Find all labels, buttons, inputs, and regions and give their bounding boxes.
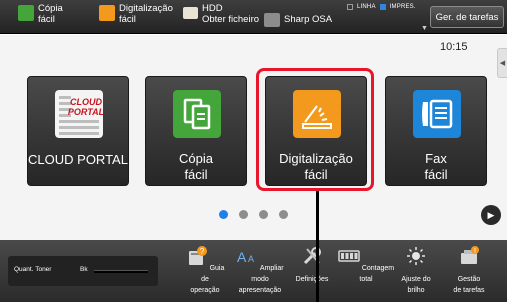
copy-icon (173, 90, 221, 138)
brightness-button[interactable]: Ajuste do brilho (396, 245, 436, 296)
enlarge-text-icon: A A (237, 249, 254, 265)
operation-guide-button[interactable]: ? Guia de operação (182, 245, 228, 296)
shortcut-label: Cópia fácil (38, 3, 63, 25)
clock: 10:15 (440, 41, 468, 53)
toner-level-bar (94, 270, 148, 273)
osa-icon (264, 13, 280, 27)
shortcut-label: Sharp OSA (284, 13, 333, 25)
svg-text:A: A (237, 249, 247, 265)
page-dot-1[interactable] (219, 210, 228, 219)
shortcut-label: HDD Obter ficheiro (202, 3, 260, 25)
toner-indicator: Quant. Toner Bk (8, 256, 158, 286)
job-status-button[interactable]: Ger. de tarefas (430, 6, 504, 28)
guide-book-icon: ? (188, 246, 207, 265)
counter-icon (338, 250, 360, 262)
svg-text:A: A (248, 254, 254, 264)
side-panel-tab[interactable]: ◀ (497, 48, 507, 78)
job-management-icon: ! (461, 246, 479, 264)
home-screen: 10:15 ◀ CLOUD PORTAL CLOUD PORTAL Cópia f… (0, 35, 507, 240)
toner-label: Quant. Toner (14, 266, 52, 273)
shortcut-sharp-osa[interactable]: Sharp OSA (264, 11, 332, 27)
cloud-portal-logo-line2: PORTAL (68, 107, 103, 117)
play-icon: ▶ (487, 209, 495, 220)
enlarge-display-button[interactable]: A A Ampliar modo apresentação (232, 245, 288, 296)
brightness-icon (407, 247, 425, 265)
tile-copia-facil[interactable]: Cópia fácil (145, 76, 247, 186)
fax-icon (413, 90, 461, 138)
tile-label: CLOUD PORTAL (28, 152, 128, 167)
status-impres-label: IMPRES. (389, 4, 416, 10)
cloud-portal-icon: CLOUD PORTAL (55, 90, 103, 138)
total-count-button[interactable]: Contagem total (336, 245, 396, 285)
print-status-icon (379, 4, 386, 10)
page-dot-4[interactable] (279, 210, 288, 219)
shortcut-hdd-obter-ficheiro[interactable]: HDD Obter ficheiro (183, 3, 259, 25)
page-indicator (219, 210, 288, 219)
folder-icon (183, 7, 198, 19)
next-page-button[interactable]: ▶ (481, 205, 501, 225)
tile-label: Cópia fácil (179, 151, 213, 182)
svg-text:!: ! (474, 248, 476, 255)
highlight-frame (256, 68, 374, 191)
chevron-left-icon: ◀ (499, 60, 506, 67)
page-dot-2[interactable] (239, 210, 248, 219)
copy-icon (18, 5, 34, 21)
tile-cloud-portal[interactable]: CLOUD PORTAL CLOUD PORTAL (27, 76, 129, 186)
status-indicators: LINHA IMPRES. (347, 4, 416, 10)
line-status-icon (347, 4, 353, 10)
cloud-portal-logo-line1: CLOUD (70, 97, 102, 107)
status-linha-label: LINHA (357, 4, 376, 10)
shortcut-label: Digitalização fácil (119, 3, 173, 25)
shortcut-copia-facil[interactable]: Cópia fácil (18, 3, 63, 25)
wrench-icon (303, 247, 321, 265)
job-management-button[interactable]: ! Gestão de tarefas (446, 245, 492, 296)
svg-text:?: ? (199, 247, 204, 256)
page-dot-3[interactable] (259, 210, 268, 219)
callout-line (316, 191, 319, 302)
scan-icon (99, 5, 115, 21)
tile-fax-facil[interactable]: Fax fácil (385, 76, 487, 186)
tile-label: Fax fácil (424, 151, 448, 182)
chevron-down-icon[interactable]: ▼ (421, 25, 428, 32)
shortcut-digitalizacao-facil[interactable]: Digitalização fácil (99, 3, 173, 25)
bottom-bar: Quant. Toner Bk ? Guia de operação A A Am… (0, 240, 507, 302)
top-bar: Cópia fácil Digitalização fácil HDD Obter f… (0, 0, 507, 34)
toner-color-label: Bk (80, 266, 88, 273)
settings-button[interactable]: Definições (291, 245, 333, 285)
